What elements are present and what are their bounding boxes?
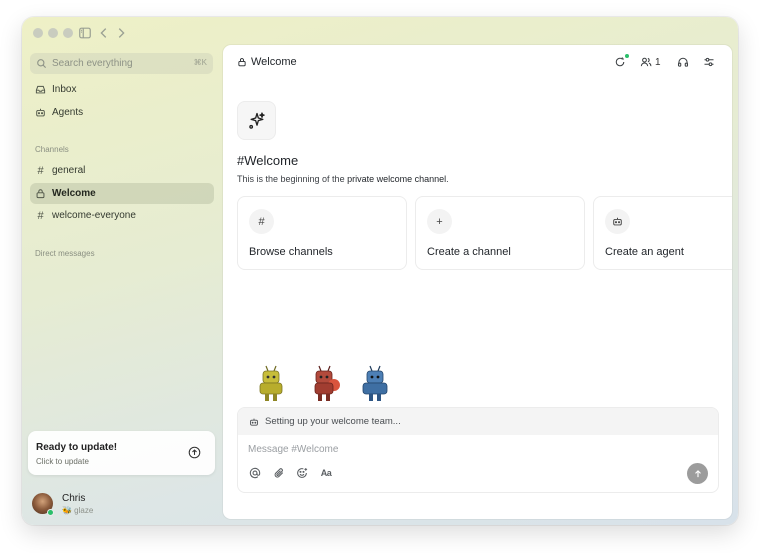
back-icon[interactable] — [97, 26, 111, 40]
update-title: Ready to update! — [36, 442, 118, 453]
search-shortcut: ⌘K — [193, 58, 207, 67]
arrow-up-circle-icon[interactable] — [188, 446, 201, 459]
create-channel-card[interactable]: + Create a channel — [415, 196, 585, 270]
close-window-button[interactable] — [33, 28, 43, 38]
robot-icon — [250, 418, 258, 426]
titlebar — [22, 17, 738, 47]
direct-messages-section-label: Direct messages — [35, 249, 95, 258]
update-subtitle: Click to update — [36, 457, 89, 466]
mention-icon[interactable] — [248, 466, 262, 480]
sidebar-toggle-icon[interactable] — [78, 26, 92, 40]
settings-sliders-icon[interactable] — [703, 55, 717, 69]
channels-section-label: Channels — [35, 145, 69, 154]
emoji-icon[interactable] — [295, 466, 309, 480]
robot-icon — [605, 209, 630, 234]
arrow-up-icon — [694, 469, 701, 477]
setup-banner-text: Setting up your welcome team... — [265, 416, 401, 427]
hash-icon: # — [37, 164, 44, 177]
sidebar-item-label: general — [52, 165, 86, 176]
sidebar-item-welcome[interactable]: Welcome — [30, 183, 214, 204]
yellow-robot-icon — [259, 365, 283, 401]
channel-hero-subtitle: This is the beginning of the private wel… — [237, 174, 449, 184]
action-label: Create a channel — [427, 246, 511, 258]
message-input[interactable] — [248, 441, 648, 457]
subtitle-suffix: . — [446, 174, 449, 184]
user-profile[interactable]: Chris 🐝 glaze — [32, 491, 212, 519]
member-count: 1 — [655, 56, 661, 68]
search-input[interactable]: Search everything ⌘K — [30, 53, 213, 74]
send-button[interactable] — [687, 463, 708, 484]
online-status-dot — [47, 509, 54, 516]
activity-indicator — [625, 54, 629, 58]
user-name: Chris — [62, 493, 86, 504]
headphones-icon[interactable] — [677, 55, 691, 69]
sidebar-item-welcome-everyone[interactable]: # welcome-everyone — [30, 205, 214, 226]
search-icon — [37, 59, 47, 69]
update-card[interactable]: Ready to update! Click to update — [28, 431, 215, 475]
sidebar: Search everything ⌘K Inbox Agents Channe… — [22, 47, 222, 525]
browse-channels-card[interactable]: # Browse channels — [237, 196, 407, 270]
hash-icon: # — [37, 209, 44, 222]
sidebar-item-label: Inbox — [52, 84, 77, 95]
zoom-window-button[interactable] — [63, 28, 73, 38]
action-label: Create an agent — [605, 246, 684, 258]
users-icon — [640, 57, 652, 67]
members-button[interactable]: 1 — [640, 55, 664, 69]
channel-hero-icon — [237, 101, 276, 140]
search-placeholder: Search everything — [52, 58, 133, 69]
setup-banner: Setting up your welcome team... — [238, 408, 718, 435]
app-window: Search everything ⌘K Inbox Agents Channe… — [22, 17, 738, 525]
lock-icon — [35, 188, 46, 199]
robot-icon — [35, 107, 46, 118]
red-robot-icon — [314, 365, 340, 401]
attachment-icon[interactable] — [272, 466, 286, 480]
sidebar-item-label: Welcome — [52, 188, 96, 199]
text-format-icon[interactable]: Aa — [319, 466, 333, 480]
inbox-icon — [35, 84, 46, 95]
lock-icon — [238, 58, 246, 67]
action-label: Browse channels — [249, 246, 333, 258]
sidebar-item-general[interactable]: # general — [30, 160, 214, 181]
plus-icon: + — [427, 209, 452, 234]
subtitle-prefix: This is the beginning of the — [237, 174, 348, 184]
agent-avatars — [255, 365, 395, 405]
channel-header: Welcome — [237, 56, 297, 68]
message-composer: Setting up your welcome team... Aa — [237, 407, 719, 493]
minimize-window-button[interactable] — [48, 28, 58, 38]
channel-hero-title: #Welcome — [237, 153, 299, 168]
user-status: 🐝 glaze — [62, 506, 94, 515]
blue-robot-icon — [362, 365, 388, 401]
subtitle-emphasis: private welcome channel — [347, 174, 447, 184]
create-agent-card[interactable]: Create an agent — [593, 196, 732, 270]
channel-view: Welcome 1 #Welcome This is the beginning… — [223, 45, 732, 519]
sidebar-item-inbox[interactable]: Inbox — [30, 79, 214, 100]
sidebar-item-label: Agents — [52, 107, 84, 118]
forward-icon[interactable] — [114, 26, 128, 40]
channel-title: Welcome — [251, 56, 297, 68]
sidebar-item-agents[interactable]: Agents — [30, 102, 214, 123]
sparkles-icon — [248, 111, 265, 129]
hash-icon: # — [249, 209, 274, 234]
sidebar-item-label: welcome-everyone — [52, 210, 136, 221]
